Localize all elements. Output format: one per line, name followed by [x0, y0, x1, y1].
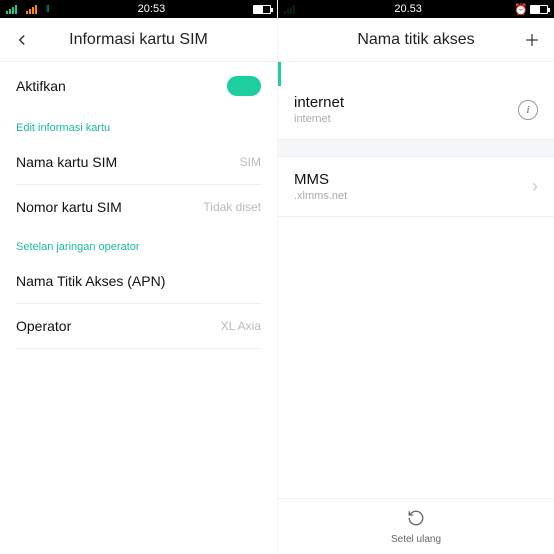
- reset-icon: [407, 509, 425, 532]
- signal-sim1-icon: [284, 4, 302, 14]
- apn-item-mms[interactable]: MMS .xlmms.net ›: [278, 157, 554, 216]
- apn-label: Nama Titik Akses (APN): [16, 273, 165, 289]
- status-time: 20:53: [138, 3, 166, 15]
- apn-value: .xlmms.net: [294, 190, 347, 202]
- spacer: [278, 62, 554, 80]
- sim-number-value: Tidak diset: [203, 200, 261, 214]
- status-bar: 20.53 ⏰: [278, 0, 554, 18]
- row-apn[interactable]: Nama Titik Akses (APN): [0, 259, 277, 303]
- apn-name: MMS: [294, 171, 347, 188]
- add-apn-button[interactable]: [510, 18, 554, 62]
- row-sim-number[interactable]: Nomor kartu SIM Tidak diset: [0, 185, 277, 229]
- row-enable[interactable]: Aktifkan: [0, 62, 277, 110]
- wifi-icon: ⧚: [46, 4, 50, 15]
- reset-label: Setel ulang: [391, 534, 441, 545]
- chevron-right-icon: ›: [532, 176, 538, 197]
- operator-value: XL Axia: [221, 319, 261, 333]
- enable-toggle[interactable]: [227, 76, 261, 96]
- section-edit-info: Edit informasi kartu: [0, 110, 277, 140]
- row-sim-name[interactable]: Nama kartu SIM SIM: [0, 140, 277, 184]
- sim-number-label: Nomor kartu SIM: [16, 199, 122, 215]
- edge-indicator: [278, 62, 281, 86]
- header: Informasi kartu SIM: [0, 18, 277, 62]
- empty-area: [0, 349, 277, 554]
- chevron-left-icon: [13, 31, 31, 49]
- alarm-icon: ⏰: [514, 3, 528, 16]
- battery-icon: [253, 5, 271, 14]
- operator-label: Operator: [16, 318, 71, 334]
- info-icon[interactable]: i: [518, 100, 538, 120]
- sim-name-label: Nama kartu SIM: [16, 154, 117, 170]
- screen-apn-list: 20.53 ⏰ Nama titik akses internet intern…: [277, 0, 554, 554]
- status-bar: ⧚ 20:53: [0, 0, 277, 18]
- page-title: Nama titik akses: [357, 31, 474, 49]
- signal-sim1-icon: [6, 4, 24, 14]
- status-time: 20.53: [394, 3, 422, 15]
- footer-reset-button[interactable]: Setel ulang: [278, 498, 554, 554]
- section-network: Setelan jaringan operator: [0, 229, 277, 259]
- spacer: [278, 139, 554, 157]
- enable-label: Aktifkan: [16, 78, 66, 94]
- header: Nama titik akses: [278, 18, 554, 62]
- sim-name-value: SIM: [240, 155, 261, 169]
- apn-item-internet[interactable]: internet internet i: [278, 80, 554, 139]
- row-operator[interactable]: Operator XL Axia: [0, 304, 277, 348]
- battery-icon: [530, 5, 548, 14]
- plus-icon: [522, 30, 542, 50]
- apn-value: internet: [294, 113, 344, 125]
- signal-sim2-icon: [26, 4, 44, 14]
- empty-area: [278, 217, 554, 498]
- page-title: Informasi kartu SIM: [69, 31, 208, 49]
- apn-name: internet: [294, 94, 344, 111]
- back-button[interactable]: [0, 18, 44, 62]
- screen-sim-info: ⧚ 20:53 Informasi kartu SIM Aktifkan Edi…: [0, 0, 277, 554]
